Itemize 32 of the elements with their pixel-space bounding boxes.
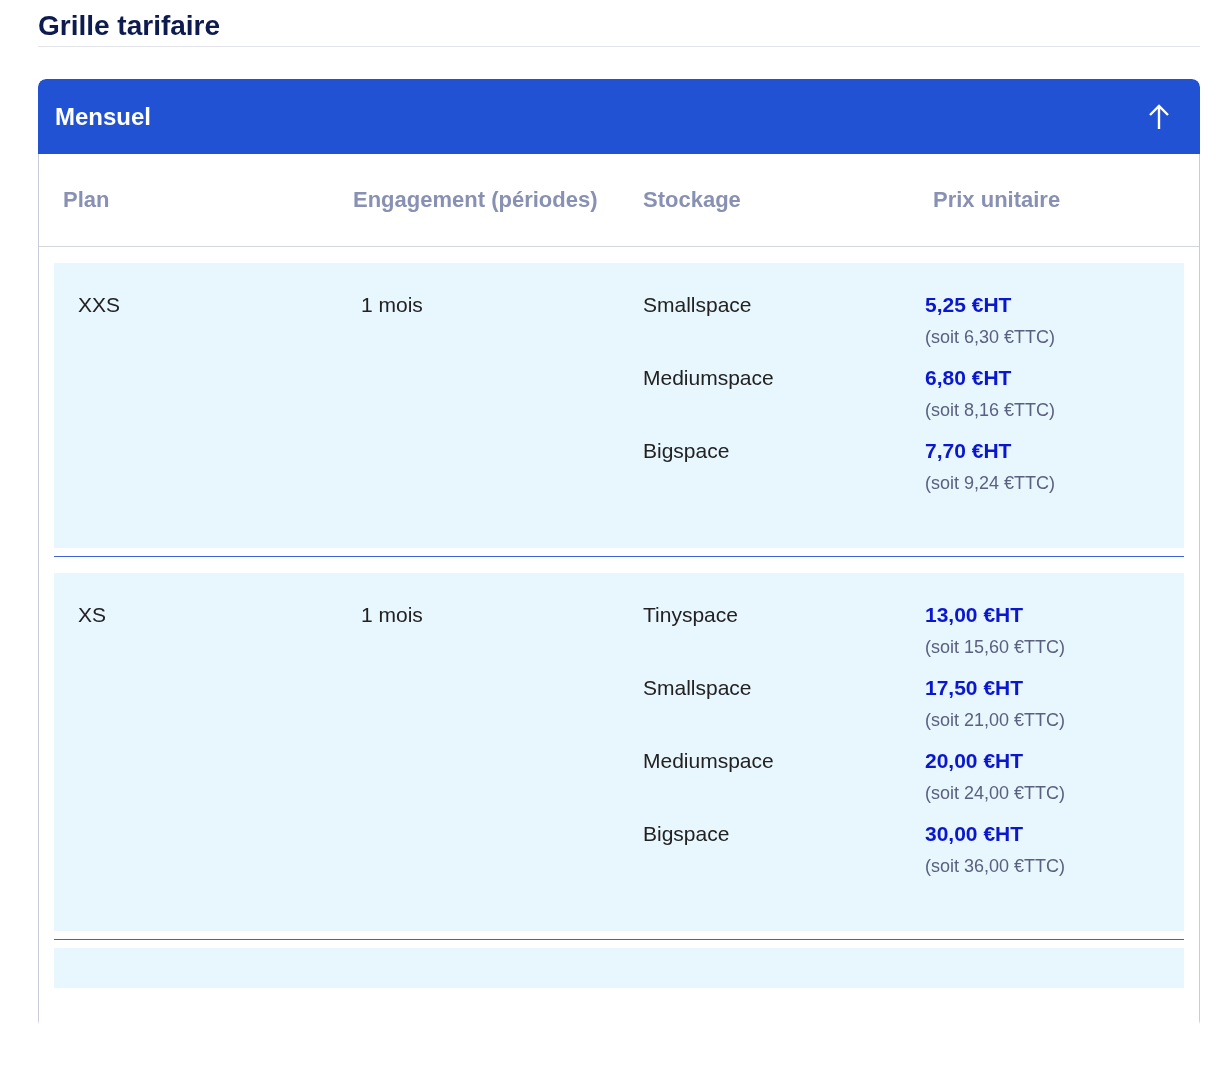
- column-header: Engagement (périodes): [353, 186, 598, 212]
- price-ht: 13,00 €HT: [925, 603, 1024, 627]
- arrow-up-icon: [1148, 103, 1170, 130]
- price-ttc: (soit 9,24 €TTC): [925, 473, 1056, 494]
- accordion-header[interactable]: Mensuel: [38, 79, 1200, 154]
- storage-cell: Tinyspace: [643, 603, 738, 626]
- page-title: Grille tarifaire: [38, 0, 1200, 47]
- price-ttc: (soit 6,30 €TTC): [925, 327, 1056, 348]
- price-ht: 17,50 €HT: [925, 676, 1024, 700]
- price-ht: 5,25 €HT: [925, 293, 1012, 317]
- price-ttc: (soit 36,00 €TTC): [925, 856, 1066, 877]
- storage-cell: Bigspace: [643, 822, 730, 845]
- storage-cell: Mediumspace: [643, 749, 774, 772]
- price-ttc: (soit 8,16 €TTC): [925, 400, 1056, 421]
- price-ttc: (soit 21,00 €TTC): [925, 710, 1066, 731]
- column-header: Prix unitaire: [933, 186, 1061, 212]
- column-header: Plan: [63, 186, 110, 212]
- price-ht: 20,00 €HT: [925, 749, 1024, 773]
- storage-cell: Smallspace: [643, 293, 752, 316]
- price-ttc: (soit 24,00 €TTC): [925, 783, 1066, 804]
- price-ht: 6,80 €HT: [925, 366, 1012, 390]
- plan-cell: XXS: [78, 293, 121, 316]
- engagement-cell: 1 mois: [361, 293, 423, 316]
- storage-cell: Mediumspace: [643, 366, 774, 389]
- plan-cell: XS: [78, 603, 106, 626]
- price-ht: 30,00 €HT: [925, 822, 1024, 846]
- storage-cell: Bigspace: [643, 439, 730, 462]
- column-header: Stockage: [643, 186, 741, 212]
- price-ht: 7,70 €HT: [925, 439, 1012, 463]
- engagement-cell: 1 mois: [361, 603, 423, 626]
- price-ttc: (soit 15,60 €TTC): [925, 637, 1066, 658]
- storage-cell: Smallspace: [643, 676, 752, 699]
